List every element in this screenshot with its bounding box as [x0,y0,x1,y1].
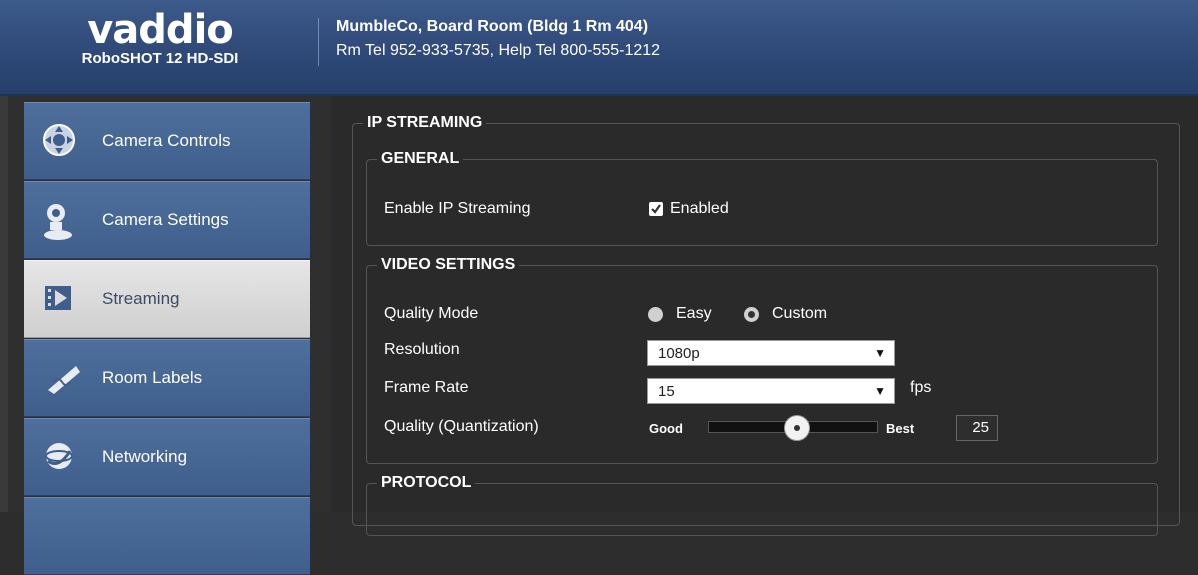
quality-min-label: Good [649,421,683,436]
frame-rate-label: Frame Rate [384,379,469,396]
sidebar-item-label: Camera Controls [102,131,231,150]
enable-ip-streaming-label: Enable IP Streaming [384,200,531,217]
brand-logo: vaddio RoboSHOT 12 HD-SDI [0,0,318,94]
sidebar-item-label: Camera Settings [102,210,229,229]
quality-mode-custom-label: Custom [772,305,828,322]
frame-rate-unit: fps [910,379,932,396]
dropdown-arrow-icon: ▼ [874,384,886,398]
room-phone-numbers: Rm Tel 952-933-5735, Help Tel 800-555-12… [336,42,661,59]
checkmark-icon [651,204,661,214]
header-divider [318,18,319,66]
sidebar-item-label: Streaming [102,289,180,308]
sidebar-item-networking[interactable]: Networking [24,418,310,496]
quality-mode-easy-label: Easy [676,305,712,322]
sidebar-item-camera-settings[interactable]: Camera Settings [24,181,310,259]
resolution-value: 1080p [658,345,700,362]
content-panel: IP STREAMING GENERAL Enable IP Streaming… [332,96,1198,536]
dropdown-arrow-icon: ▼ [874,346,886,360]
room-title: MumbleCo, Board Room (Bldg 1 Rm 404) [336,18,649,35]
header-bar: vaddio RoboSHOT 12 HD-SDI MumbleCo, Boar… [0,0,1198,96]
resolution-select[interactable]: 1080p ▼ [647,340,895,366]
sidebar-item-label: Room Labels [102,368,203,387]
resolution-label: Resolution [384,341,460,358]
protocol-group: PROTOCOL [366,474,1158,536]
section-title: IP STREAMING [367,114,483,131]
sidebar-item-streaming[interactable]: Streaming [24,260,310,338]
networking-icon [42,439,76,473]
quality-mode-label: Quality Mode [384,305,479,322]
quality-quantization-label: Quality (Quantization) [384,418,539,435]
quality-value-box[interactable]: 25 [956,415,998,441]
protocol-legend: PROTOCOL [381,474,472,491]
sidebar-item-room-labels[interactable]: Room Labels [24,339,310,417]
enabled-text: Enabled [670,200,729,217]
frame-rate-value: 15 [658,383,675,400]
general-group: GENERAL [366,150,1158,246]
sidebar-edge [0,96,8,512]
sidebar-item-label: Networking [102,447,188,466]
quality-mode-custom-radio[interactable] [744,307,759,322]
quality-mode-easy-radio[interactable] [648,307,663,322]
sidebar-item-camera-controls[interactable]: Camera Controls [24,102,310,180]
camera-controls-icon [42,123,76,157]
room-labels-icon [42,360,80,394]
logo-wordmark: vaddio [87,7,234,53]
camera-settings-icon [42,202,76,240]
video-settings-legend: VIDEO SETTINGS [381,256,516,273]
quality-max-label: Best [886,421,915,436]
frame-rate-select[interactable]: 15 ▼ [647,378,895,404]
sidebar-item-more[interactable] [24,497,310,575]
streaming-icon [42,281,76,315]
enable-ip-streaming-checkbox[interactable] [649,202,663,216]
general-legend: GENERAL [381,150,460,167]
product-model: RoboSHOT 12 HD-SDI [81,50,239,67]
